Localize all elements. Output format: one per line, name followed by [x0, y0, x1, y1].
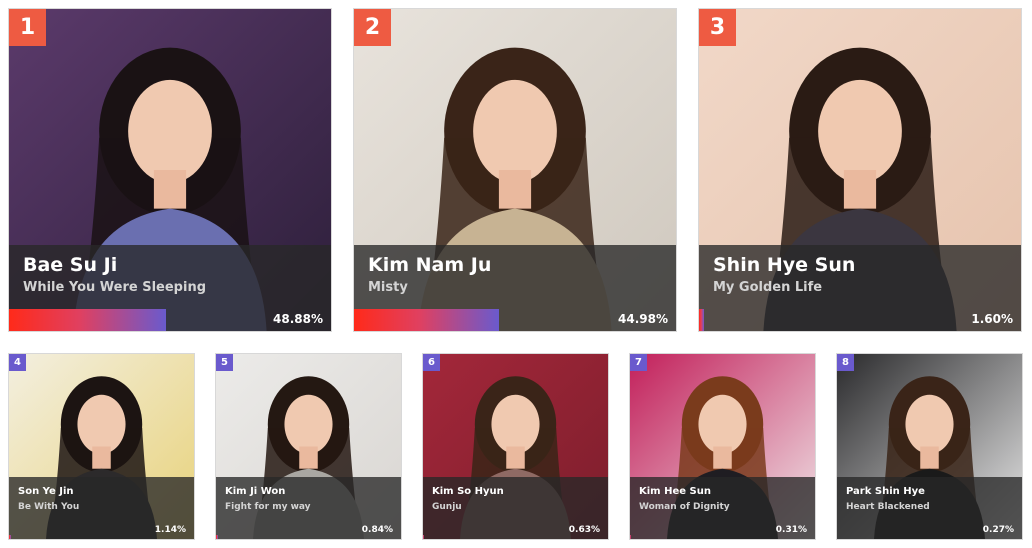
caption-panel: Kim Ji Won Fight for my way 0.84% [216, 477, 401, 539]
vote-percent: 48.88% [273, 312, 323, 326]
vote-bar-fill [354, 309, 499, 331]
vote-percent: 44.98% [618, 312, 668, 326]
vote-bar [423, 535, 608, 539]
rank-badge: 5 [216, 354, 233, 371]
actress-name: Kim Nam Ju [368, 254, 492, 276]
vote-percent: 0.63% [568, 525, 600, 535]
actress-name: Park Shin Hye [846, 486, 925, 497]
rank-badge: 2 [354, 9, 391, 46]
vote-percent: 0.27% [982, 525, 1014, 535]
drama-title: While You Were Sleeping [23, 280, 207, 295]
caption-panel: Kim So Hyun Gunju 0.63% [423, 477, 608, 539]
actress-name: Kim Hee Sun [639, 486, 711, 497]
rank-badge: 6 [423, 354, 440, 371]
drama-title: My Golden Life [713, 280, 823, 295]
vote-percent: 1.14% [154, 525, 186, 535]
caption-panel: Park Shin Hye Heart Blackened 0.27% [837, 477, 1022, 539]
rank-badge: 8 [837, 354, 854, 371]
vote-bar [630, 535, 815, 539]
ranking-card-4[interactable]: 4 Son Ye Jin Be With You 1.14% [8, 353, 195, 540]
ranking-card-1[interactable]: 1 Bae Su Ji While You Were Sleeping 48.8… [8, 8, 332, 332]
actress-name: Bae Su Ji [23, 254, 118, 276]
ranking-card-6[interactable]: 6 Kim So Hyun Gunju 0.63% [422, 353, 609, 540]
caption-panel: Shin Hye Sun My Golden Life 1.60% [699, 245, 1021, 331]
rank-badge: 1 [9, 9, 46, 46]
ranking-card-8[interactable]: 8 Park Shin Hye Heart Blackened 0.27% [836, 353, 1023, 540]
vote-percent: 0.31% [775, 525, 807, 535]
drama-title: Misty [368, 280, 408, 295]
drama-title: Fight for my way [225, 502, 311, 512]
vote-bar [9, 535, 194, 539]
ranking-card-7[interactable]: 7 Kim Hee Sun Woman of Dignity 0.31% [629, 353, 816, 540]
rank-badge: 3 [699, 9, 736, 46]
vote-bar-fill [699, 309, 705, 331]
vote-bar [216, 535, 401, 539]
caption-panel: Kim Nam Ju Misty 44.98% [354, 245, 676, 331]
ranking-card-5[interactable]: 5 Kim Ji Won Fight for my way 0.84% [215, 353, 402, 540]
actress-name: Kim So Hyun [432, 486, 504, 497]
vote-bar-fill [9, 535, 12, 539]
vote-bar-fill [423, 535, 425, 539]
vote-bar-fill [9, 309, 167, 331]
vote-bar [837, 535, 1022, 539]
rank-badge: 4 [9, 354, 26, 371]
drama-title: Be With You [18, 502, 80, 512]
caption-panel: Bae Su Ji While You Were Sleeping 48.88% [9, 245, 331, 331]
caption-panel: Son Ye Jin Be With You 1.14% [9, 477, 194, 539]
drama-title: Gunju [432, 502, 462, 512]
vote-bar-fill [216, 535, 218, 539]
ranking-card-2[interactable]: 2 Kim Nam Ju Misty 44.98% [353, 8, 677, 332]
rank-badge: 7 [630, 354, 647, 371]
actress-name: Shin Hye Sun [713, 254, 856, 276]
drama-title: Heart Blackened [846, 502, 930, 512]
ranking-card-3[interactable]: 3 Shin Hye Sun My Golden Life 1.60% [698, 8, 1022, 332]
vote-percent: 1.60% [971, 312, 1013, 326]
caption-panel: Kim Hee Sun Woman of Dignity 0.31% [630, 477, 815, 539]
drama-title: Woman of Dignity [639, 502, 730, 512]
vote-bar-fill [630, 535, 631, 539]
vote-percent: 0.84% [361, 525, 393, 535]
actress-name: Kim Ji Won [225, 486, 286, 497]
actress-name: Son Ye Jin [18, 486, 74, 497]
